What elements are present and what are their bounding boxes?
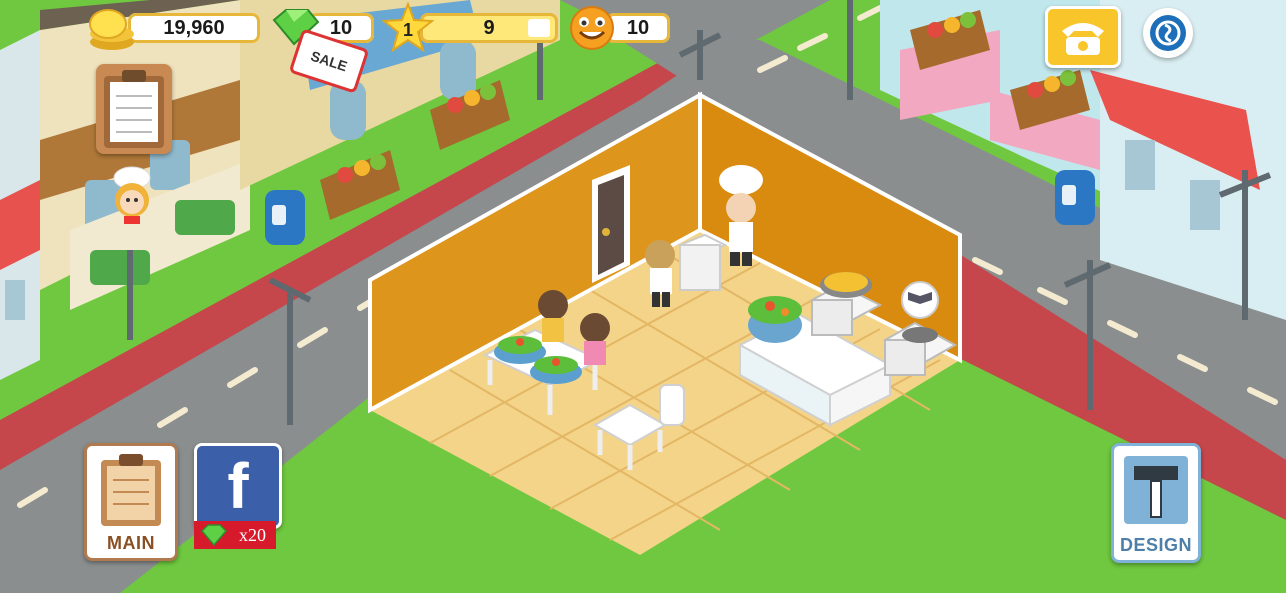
restaurant-door[interactable] xyxy=(592,165,630,283)
happiness-value: 10 xyxy=(626,16,650,39)
design-button[interactable]: DESIGN xyxy=(1111,443,1201,563)
xp-bar: 9 xyxy=(420,13,558,43)
xp-bar-remaining xyxy=(528,19,550,37)
orders-clipboard-button[interactable] xyxy=(96,64,172,154)
gem-icon xyxy=(200,524,228,547)
clipboard-icon xyxy=(104,70,164,148)
coin-stack-icon[interactable] xyxy=(84,6,140,52)
facebook-reward-badge: x20 xyxy=(194,521,276,549)
facebook-reward-label: x20 xyxy=(239,524,266,545)
coins-value: 19,960 xyxy=(163,16,225,39)
clipboard-icon xyxy=(101,454,161,526)
main-menu-button[interactable]: MAIN xyxy=(84,443,178,561)
coins-counter: 19,960 xyxy=(128,13,260,43)
hammer-icon xyxy=(1124,456,1188,524)
smiley-icon[interactable] xyxy=(568,4,618,52)
social-button[interactable] xyxy=(1143,8,1193,58)
social-network-icon xyxy=(1150,15,1186,51)
xp-value: 9 xyxy=(483,16,495,39)
facebook-button[interactable]: f xyxy=(194,443,282,529)
facebook-icon: f xyxy=(227,450,249,522)
sale-label: SALE xyxy=(308,47,350,75)
dish-return[interactable] xyxy=(677,233,728,291)
game-scene xyxy=(0,0,1286,593)
mailbox xyxy=(1055,170,1095,225)
mailbox xyxy=(265,190,305,245)
chef-avatar-icon xyxy=(113,166,151,224)
salad-bowl xyxy=(748,296,802,343)
main-label: MAIN xyxy=(107,533,155,553)
phone-icon xyxy=(1062,23,1104,55)
chair[interactable] xyxy=(659,384,685,426)
design-label: DESIGN xyxy=(1119,535,1192,555)
salad-plate xyxy=(530,356,582,384)
gems-value: 10 xyxy=(329,16,353,39)
star-icon[interactable]: 1 xyxy=(382,2,434,54)
level-value: 1 xyxy=(403,20,413,40)
phone-button[interactable] xyxy=(1045,6,1121,68)
chef-avatar[interactable] xyxy=(106,166,158,226)
